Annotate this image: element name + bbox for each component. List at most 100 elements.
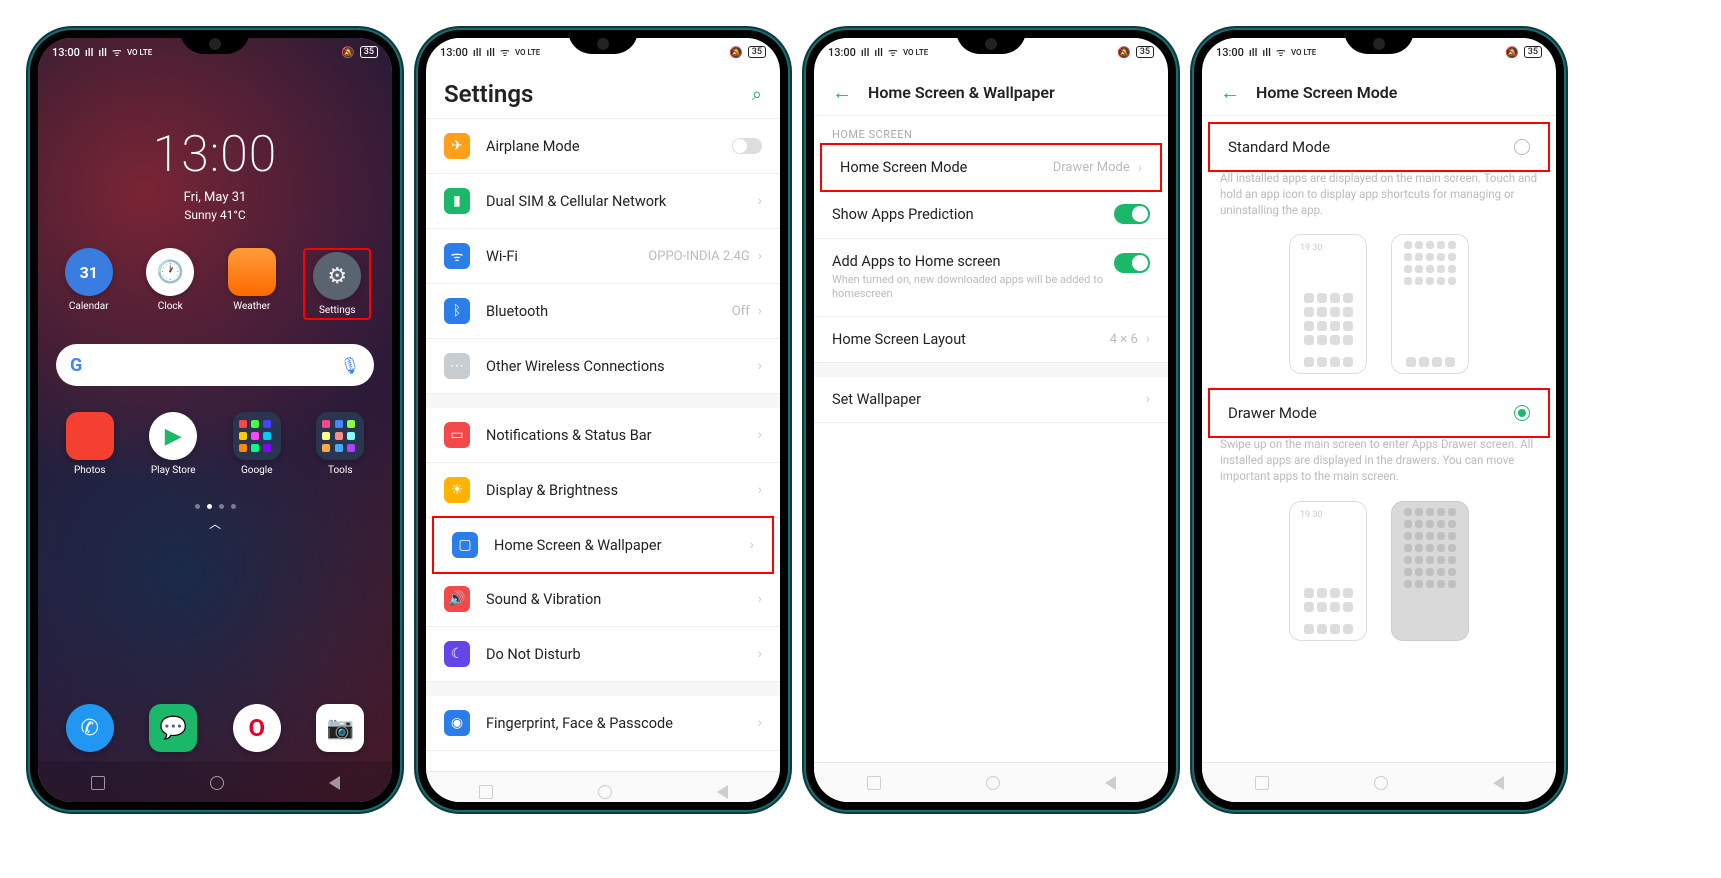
item-bluetooth[interactable]: ᛒ Bluetooth Off ›	[426, 284, 780, 339]
status-bar: 13:00 ıll ıll ᯤ VO LTE 🔕 35	[38, 38, 392, 66]
mute-icon: 🔕	[341, 46, 355, 59]
toggle-on[interactable]	[1114, 253, 1150, 273]
mute-icon: 🔕	[1505, 46, 1519, 59]
item-add-apps[interactable]: Add Apps to Home screen When turned on, …	[814, 239, 1168, 317]
status-time: 13:00	[440, 46, 468, 59]
nav-back[interactable]	[1105, 776, 1116, 790]
dock-messages[interactable]: 💬	[149, 704, 197, 752]
signal-icon-2: ıll	[486, 46, 494, 59]
app-calendar[interactable]: 31 Calendar	[59, 248, 119, 320]
app-tools-folder[interactable]: Tools	[310, 412, 370, 476]
item-prediction[interactable]: Show Apps Prediction	[814, 190, 1168, 239]
phone-mode: 13:00 ıll ıll ᯤ VO LTE 🔕 35 ← Home Scree…	[1194, 30, 1564, 810]
section-label: HOME SCREEN	[814, 116, 1168, 145]
mute-icon: 🔕	[729, 46, 743, 59]
bluetooth-icon: ᛒ	[444, 298, 470, 324]
item-wallpaper[interactable]: Set Wallpaper ›	[814, 377, 1168, 423]
item-display[interactable]: ☀ Display & Brightness ›	[426, 463, 780, 518]
radio-off[interactable]	[1514, 139, 1530, 155]
nav-home[interactable]	[1374, 776, 1388, 790]
nav-recents[interactable]	[91, 776, 105, 790]
highlight-mode: Home Screen Mode Drawer Mode ›	[820, 143, 1162, 192]
chevron-right-icon: ›	[758, 427, 762, 443]
highlight-standard: Standard Mode	[1208, 122, 1550, 172]
search-icon[interactable]: ⌕	[752, 84, 762, 105]
item-notifications[interactable]: ▭ Notifications & Status Bar ›	[426, 408, 780, 463]
volte-icon: VO LTE	[127, 48, 152, 57]
app-photos[interactable]: Photos	[60, 412, 120, 476]
app-label: Play Store	[151, 465, 196, 476]
signal-icon: ıll	[85, 46, 93, 59]
phone-home: 13:00 ıll ıll ᯤ VO LTE 🔕 35 13:00 Fri, M…	[30, 30, 400, 810]
option-standard[interactable]: Standard Mode	[1210, 124, 1548, 170]
chevron-right-icon: ›	[1146, 331, 1150, 347]
nav-recents[interactable]	[867, 776, 881, 790]
back-icon[interactable]: ←	[832, 80, 852, 105]
status-bar: 13:00 ıll ıll ᯤ VO LTE 🔕 35	[426, 38, 780, 66]
page-title: Home Screen Mode	[1256, 83, 1397, 102]
highlight-drawer: Drawer Mode	[1208, 388, 1550, 438]
option-drawer[interactable]: Drawer Mode	[1210, 390, 1548, 436]
drawer-handle[interactable]: ︿	[38, 515, 392, 532]
chevron-right-icon: ›	[758, 591, 762, 607]
calendar-icon: 31	[65, 248, 113, 296]
nav-home[interactable]	[210, 776, 224, 790]
play-icon: ▶	[149, 412, 197, 460]
clock-icon: 🕐	[146, 248, 194, 296]
clock-weather: Sunny 41°C	[38, 208, 392, 222]
nav-back[interactable]	[1493, 776, 1504, 790]
clock-widget[interactable]: 13:00 Fri, May 31 Sunny 41°C	[38, 126, 392, 222]
clock-time: 13:00	[38, 126, 392, 184]
app-settings[interactable]: ⚙ Settings	[307, 252, 367, 316]
phone-settings: 13:00 ıll ıll ᯤ VO LTE 🔕 35 Settings ⌕ ✈…	[418, 30, 788, 810]
app-playstore[interactable]: ▶ Play Store	[143, 412, 203, 476]
app-clock[interactable]: 🕐 Clock	[140, 248, 200, 320]
nav-recents[interactable]	[479, 785, 493, 799]
clock-date: Fri, May 31	[38, 190, 392, 205]
notification-icon: ▭	[444, 422, 470, 448]
item-layout[interactable]: Home Screen Layout 4 × 6 ›	[814, 317, 1168, 363]
status-bar: 13:00 ıll ıll ᯤ VO LTE 🔕 35	[814, 38, 1168, 66]
toggle-on[interactable]	[1114, 204, 1150, 224]
airplane-icon: ✈	[444, 133, 470, 159]
item-fingerprint[interactable]: ◉ Fingerprint, Face & Passcode ›	[426, 696, 780, 751]
back-icon[interactable]: ←	[1220, 80, 1240, 105]
chevron-right-icon: ›	[758, 358, 762, 374]
chevron-right-icon: ›	[758, 482, 762, 498]
wifi-settings-icon: ᯤ	[444, 243, 470, 269]
nav-recents[interactable]	[1255, 776, 1269, 790]
item-wifi[interactable]: ᯤ Wi-Fi OPPO-INDIA 2.4G ›	[426, 229, 780, 284]
app-weather[interactable]: Weather	[222, 248, 282, 320]
wifi-icon: ᯤ	[112, 45, 122, 60]
nav-back[interactable]	[717, 785, 728, 799]
item-sound[interactable]: 🔊 Sound & Vibration ›	[426, 572, 780, 627]
settings-list[interactable]: ✈ Airplane Mode ▮ Dual SIM & Cellular Ne…	[426, 119, 780, 771]
item-dualsim[interactable]: ▮ Dual SIM & Cellular Network ›	[426, 174, 780, 229]
item-home-screen-mode[interactable]: Home Screen Mode Drawer Mode ›	[822, 145, 1160, 190]
radio-on[interactable]	[1514, 405, 1530, 421]
status-time: 13:00	[1216, 46, 1244, 59]
nav-home[interactable]	[986, 776, 1000, 790]
battery-level: 35	[1524, 46, 1542, 58]
app-google-folder[interactable]: Google	[227, 412, 287, 476]
gear-icon: ⚙	[313, 252, 361, 300]
chevron-right-icon: ›	[1146, 391, 1150, 407]
app-label: Photos	[74, 465, 106, 476]
weather-icon	[228, 248, 276, 296]
battery-level: 35	[748, 46, 766, 58]
dock-camera[interactable]: 📷	[316, 704, 364, 752]
item-dnd[interactable]: ☾ Do Not Disturb ›	[426, 627, 780, 682]
dock-phone[interactable]: ✆	[66, 704, 114, 752]
dock-opera[interactable]: O	[233, 704, 281, 752]
item-other-wireless[interactable]: ⋯ Other Wireless Connections ›	[426, 339, 780, 394]
nav-home[interactable]	[598, 785, 612, 799]
google-search-bar[interactable]: G 🎙	[56, 344, 374, 386]
item-airplane[interactable]: ✈ Airplane Mode	[426, 119, 780, 174]
nav-back[interactable]	[329, 776, 340, 790]
nav-bar	[38, 762, 392, 802]
item-home-wallpaper[interactable]: ▢ Home Screen & Wallpaper ›	[434, 518, 772, 572]
photos-icon	[66, 412, 114, 460]
toggle-off[interactable]	[732, 138, 762, 154]
status-time: 13:00	[52, 46, 80, 59]
mic-icon[interactable]: 🎙	[340, 356, 360, 375]
